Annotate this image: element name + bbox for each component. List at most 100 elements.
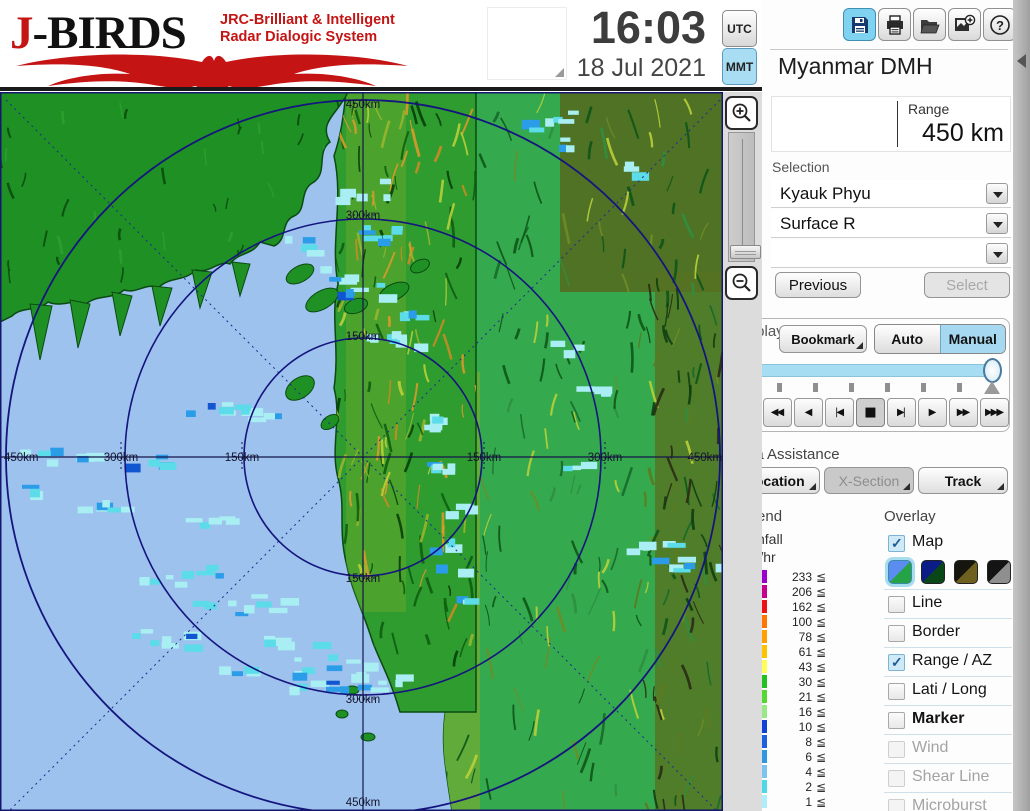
add-view-button[interactable] <box>948 8 981 41</box>
eagle-icon <box>12 50 412 90</box>
marker-checkbox[interactable] <box>888 712 905 729</box>
overlay-row-lati-long: Lati / Long <box>884 676 1012 705</box>
legend-value: 233 <box>768 570 812 584</box>
help-button[interactable]: ? <box>983 8 1016 41</box>
border-checkbox[interactable] <box>888 625 905 642</box>
overlay-row-microburst: Microburst <box>884 792 1012 811</box>
legend-lte-symbol: ≦ <box>816 570 826 584</box>
map-checkbox[interactable] <box>888 535 905 552</box>
auto-button[interactable]: Auto <box>875 325 940 353</box>
station-title: Myanmar DMH <box>778 53 933 80</box>
map-style-swatch-4[interactable] <box>987 560 1011 584</box>
range-az-checkbox[interactable] <box>888 654 905 671</box>
auto-manual-toggle: Auto Manual <box>874 324 1006 354</box>
step-forward-button[interactable]: ▶| <box>887 398 916 427</box>
open-file-button[interactable] <box>913 8 946 41</box>
radar-map[interactable]: 450km 300km 150km 150km 300km 450km 450k… <box>0 92 723 811</box>
collapse-arrow-icon[interactable] <box>1017 54 1026 68</box>
play-button[interactable]: ▶ <box>918 398 947 427</box>
slider-tick <box>957 383 962 392</box>
extra-dropdown-arrow-icon[interactable] <box>986 243 1008 264</box>
track-button[interactable]: Track <box>918 467 1008 494</box>
svg-text:450km: 450km <box>4 452 39 464</box>
svg-text:150km: 150km <box>467 452 502 464</box>
map-zoom-slider[interactable] <box>728 132 755 262</box>
map-style-swatch-3[interactable] <box>954 560 978 584</box>
site-dropdown[interactable]: Kyauk Phyu <box>771 180 1011 208</box>
product-dropdown[interactable]: Surface R <box>771 210 1011 238</box>
forward-fast-button[interactable]: ▶▶▶ <box>980 398 1009 427</box>
legend-lte-symbol: ≦ <box>816 660 826 674</box>
legend-value: 2 <box>768 780 812 794</box>
select-button[interactable]: Select <box>924 272 1010 298</box>
mmt-button[interactable]: MMT <box>722 48 757 85</box>
legend-lte-symbol: ≦ <box>816 720 826 734</box>
forward-button[interactable]: ▶▶ <box>949 398 978 427</box>
replay-slider-track[interactable] <box>742 364 998 377</box>
print-icon <box>885 15 905 35</box>
legend-value: 16 <box>768 705 812 719</box>
svg-text:150km: 150km <box>346 331 381 343</box>
legend-lte-symbol: ≦ <box>816 615 826 629</box>
range-value: 450 km <box>922 119 1004 148</box>
zoom-in-icon <box>731 102 753 124</box>
svg-text:?: ? <box>996 18 1004 33</box>
rewind-button[interactable]: ◀◀ <box>763 398 792 427</box>
jbirds-logo: J-BIRDS JRC-Brilliant & Intelligent Rada… <box>10 4 420 88</box>
legend-value: 78 <box>768 630 812 644</box>
map-zoom-gutter <box>723 92 762 811</box>
radar-map-canvas[interactable]: 450km 300km 150km 150km 300km 450km 450k… <box>0 92 723 811</box>
legend-value: 1 <box>768 795 812 809</box>
slider-end-marker[interactable] <box>984 381 1000 394</box>
xsection-button[interactable]: X-Section <box>824 467 914 494</box>
legend-value: 21 <box>768 690 812 704</box>
zoom-in-button[interactable] <box>725 96 758 130</box>
svg-text:450km: 450km <box>687 452 722 464</box>
svg-text:300km: 300km <box>588 452 623 464</box>
step-back-button[interactable]: |◀ <box>825 398 854 427</box>
map-style-swatch-2[interactable] <box>921 560 945 584</box>
panel-collapse-strip[interactable] <box>1013 0 1030 811</box>
map-zoom-handle[interactable] <box>730 245 761 259</box>
legend-lte-symbol: ≦ <box>816 750 826 764</box>
svg-text:150km: 150km <box>346 573 381 585</box>
range-box: Range 450 km <box>771 96 1011 152</box>
header-divider <box>0 87 762 91</box>
print-button[interactable] <box>878 8 911 41</box>
control-panel: ? Myanmar DMH Range 450 km Selection Kya… <box>762 0 1013 811</box>
menu-corner-icon <box>997 483 1004 490</box>
legend-lte-symbol: ≦ <box>816 795 826 809</box>
site-dropdown-arrow-icon[interactable] <box>986 183 1008 204</box>
manual-button[interactable]: Manual <box>940 325 1006 353</box>
line-checkbox[interactable] <box>888 596 905 613</box>
previous-button[interactable]: Previous <box>775 272 861 298</box>
save-button[interactable] <box>843 8 876 41</box>
utc-button[interactable]: UTC <box>722 10 757 47</box>
slider-tick <box>885 383 890 392</box>
legend-lte-symbol: ≦ <box>816 735 826 749</box>
logo-tagline: JRC-Brilliant & Intelligent Radar Dialog… <box>220 12 395 46</box>
overlay-title: Overlay <box>884 508 936 525</box>
legend-value: 30 <box>768 675 812 689</box>
overlay-row-line: Line <box>884 589 1012 618</box>
open-folder-icon <box>919 15 940 35</box>
product-dropdown-arrow-icon[interactable] <box>986 213 1008 234</box>
range-divider <box>897 101 898 147</box>
toolbar-divider <box>770 49 1008 50</box>
map-style-swatch-1[interactable] <box>888 560 912 584</box>
legend-value: 162 <box>768 600 812 614</box>
svg-text:450km: 450km <box>346 797 381 809</box>
replay-slider-handle[interactable] <box>983 358 1002 383</box>
svg-text:450km: 450km <box>346 99 381 111</box>
play-back-button[interactable]: ◀ <box>794 398 823 427</box>
stop-button[interactable]: ■ <box>856 398 885 427</box>
save-icon <box>850 15 870 35</box>
legend-lte-symbol: ≦ <box>816 690 826 704</box>
bookmark-button[interactable]: Bookmark <box>779 325 867 353</box>
zoom-out-button[interactable] <box>725 266 758 300</box>
legend-lte-symbol: ≦ <box>816 705 826 719</box>
extra-dropdown[interactable] <box>771 240 1011 268</box>
help-icon: ? <box>989 14 1011 36</box>
lati-long-checkbox[interactable] <box>888 683 905 700</box>
slider-tick <box>777 383 782 392</box>
